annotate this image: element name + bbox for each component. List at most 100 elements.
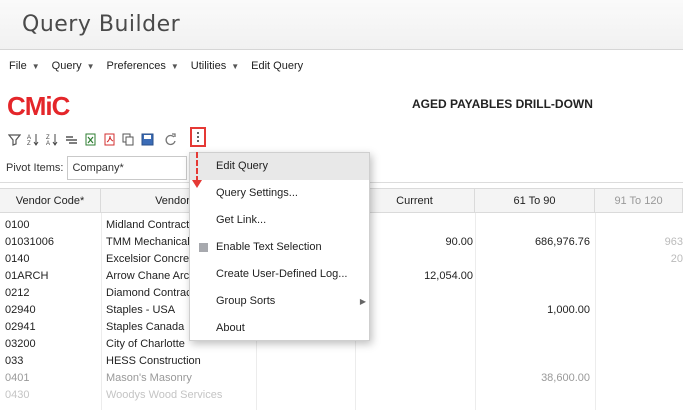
menu-item-label: Enable Text Selection (216, 241, 322, 253)
cell-91-to-120 (600, 268, 683, 285)
title-bar: Query Builder (0, 0, 683, 50)
save-layout-icon[interactable] (140, 132, 154, 146)
callout-dashed-line (196, 152, 198, 182)
cell-current (355, 285, 473, 302)
cell-61-to-90 (485, 268, 590, 285)
cell-current (355, 387, 473, 404)
report-title: AGED PAYABLES DRILL-DOWN (412, 97, 593, 111)
pivot-item-value: Company* (72, 161, 124, 174)
chevron-down-icon: ▼ (170, 61, 179, 71)
cell-current (355, 319, 473, 336)
menu-edit-query[interactable]: Edit Query (251, 60, 303, 72)
copy-icon[interactable] (121, 132, 135, 146)
menu-utilities-label: Utilities (190, 60, 227, 72)
cell-91-to-120 (600, 336, 683, 353)
menu-item-label: Edit Query (216, 160, 268, 172)
menu-item-create-user-defined-log[interactable]: Create User-Defined Log... (190, 261, 369, 288)
menu-item-label: Query Settings... (216, 187, 298, 199)
cell-vendor-code: 03200 (5, 338, 36, 350)
sort-descending-icon[interactable]: ZA (45, 132, 59, 146)
more-options-menu: Edit Query Query Settings... Get Link...… (189, 152, 370, 341)
toolbar: AZ ZA (7, 130, 182, 148)
cell-91-to-120: 963 (664, 236, 683, 248)
menubar: File ▼ Query ▼ Preferences ▼ Utilities ▼ Edi… (0, 54, 683, 78)
cell-vendor-code: 02940 (5, 304, 36, 316)
refresh-icon[interactable] (163, 132, 177, 146)
cell-91-to-120: 20 (670, 253, 683, 265)
cell-61-to-90 (485, 387, 590, 404)
table-row[interactable]: 0401 Mason's Masonry 38,600.00 (0, 370, 683, 387)
cell-current (355, 336, 473, 353)
svg-text:A: A (46, 141, 50, 146)
cell-61-to-90 (485, 319, 590, 336)
cell-vendor-code: 0140 (5, 253, 30, 265)
checkbox-icon[interactable] (199, 243, 208, 252)
cell-vendor-code: 0401 (5, 372, 30, 384)
table-row[interactable]: 033 HESS Construction (0, 353, 683, 370)
cell-current (355, 302, 473, 319)
header-current[interactable]: Current (355, 189, 475, 213)
menu-file-label: File (9, 60, 27, 72)
menu-file[interactable]: File ▼ (9, 60, 40, 72)
cell-61-to-90 (485, 217, 590, 234)
cell-91-to-120 (600, 285, 683, 302)
group-icon[interactable] (64, 132, 78, 146)
cell-91-to-120 (600, 302, 683, 319)
callout-arrow-icon (192, 180, 202, 188)
menu-item-about[interactable]: About (190, 315, 369, 342)
header-61-to-90[interactable]: 61 To 90 (475, 189, 595, 213)
cell-vendor-name: Mason's Masonry (106, 372, 192, 384)
cell-91-to-120 (600, 319, 683, 336)
logo-text: CMiC (7, 91, 70, 121)
cell-61-to-90 (485, 336, 590, 353)
filter-icon[interactable] (7, 132, 21, 146)
chevron-down-icon: ▼ (86, 61, 95, 71)
app-title: Query Builder (22, 12, 181, 37)
menu-item-group-sorts[interactable]: Group Sorts ▶ (190, 288, 369, 315)
menu-item-enable-text-selection[interactable]: Enable Text Selection (190, 234, 369, 261)
cell-vendor-code: 0212 (5, 287, 30, 299)
cell-current: 12,054.00 (424, 270, 473, 282)
header-91-to-120[interactable]: 91 To 120 (595, 189, 683, 213)
cell-vendor-code: 033 (5, 355, 24, 367)
table-row[interactable]: 0430 Woodys Wood Services (0, 387, 683, 404)
menu-item-label: Create User-Defined Log... (216, 268, 348, 280)
cell-61-to-90: 686,976.76 (534, 236, 590, 248)
cell-61-to-90 (485, 353, 590, 370)
cell-91-to-120 (600, 387, 683, 404)
cell-current (355, 370, 473, 387)
cell-vendor-code: 0430 (5, 389, 30, 401)
cell-current (355, 353, 473, 370)
menu-item-label: Get Link... (216, 214, 267, 226)
menu-query[interactable]: Query ▼ (52, 60, 95, 72)
cell-61-to-90 (485, 285, 590, 302)
menu-item-label: About (216, 322, 245, 334)
cell-91-to-120 (600, 353, 683, 370)
more-options-icon[interactable] (190, 127, 206, 147)
menu-item-edit-query[interactable]: Edit Query (190, 153, 369, 180)
menu-item-label: Group Sorts (216, 295, 276, 307)
pivot-items-label: Pivot Items: (6, 161, 64, 174)
cell-vendor-code: 02941 (5, 321, 36, 333)
sort-ascending-icon[interactable]: AZ (26, 132, 40, 146)
cell-vendor-code: 01ARCH (5, 270, 49, 282)
menu-preferences[interactable]: Preferences ▼ (107, 60, 179, 72)
pivot-item-chip[interactable]: Company* (67, 155, 188, 180)
menu-preferences-label: Preferences (106, 60, 166, 72)
cell-61-to-90: 38,600.00 (541, 372, 590, 384)
excel-export-icon[interactable] (83, 132, 97, 146)
cell-vendor-code: 0100 (5, 219, 30, 231)
cell-91-to-120 (600, 370, 683, 387)
cmic-logo: CMiC (7, 91, 70, 122)
chevron-down-icon: ▼ (31, 61, 40, 71)
cell-current (355, 251, 473, 268)
header-vendor-code[interactable]: Vendor Code* (0, 189, 101, 213)
menu-item-get-link[interactable]: Get Link... (190, 207, 369, 234)
svg-text:Z: Z (27, 141, 31, 146)
menu-item-query-settings[interactable]: Query Settings... (190, 180, 369, 207)
menu-utilities[interactable]: Utilities ▼ (191, 60, 239, 72)
cell-vendor-name: HESS Construction (106, 355, 201, 367)
cell-61-to-90: 1,000.00 (547, 304, 590, 316)
cell-vendor-name: Woodys Wood Services (106, 389, 223, 401)
pdf-export-icon[interactable] (102, 132, 116, 146)
